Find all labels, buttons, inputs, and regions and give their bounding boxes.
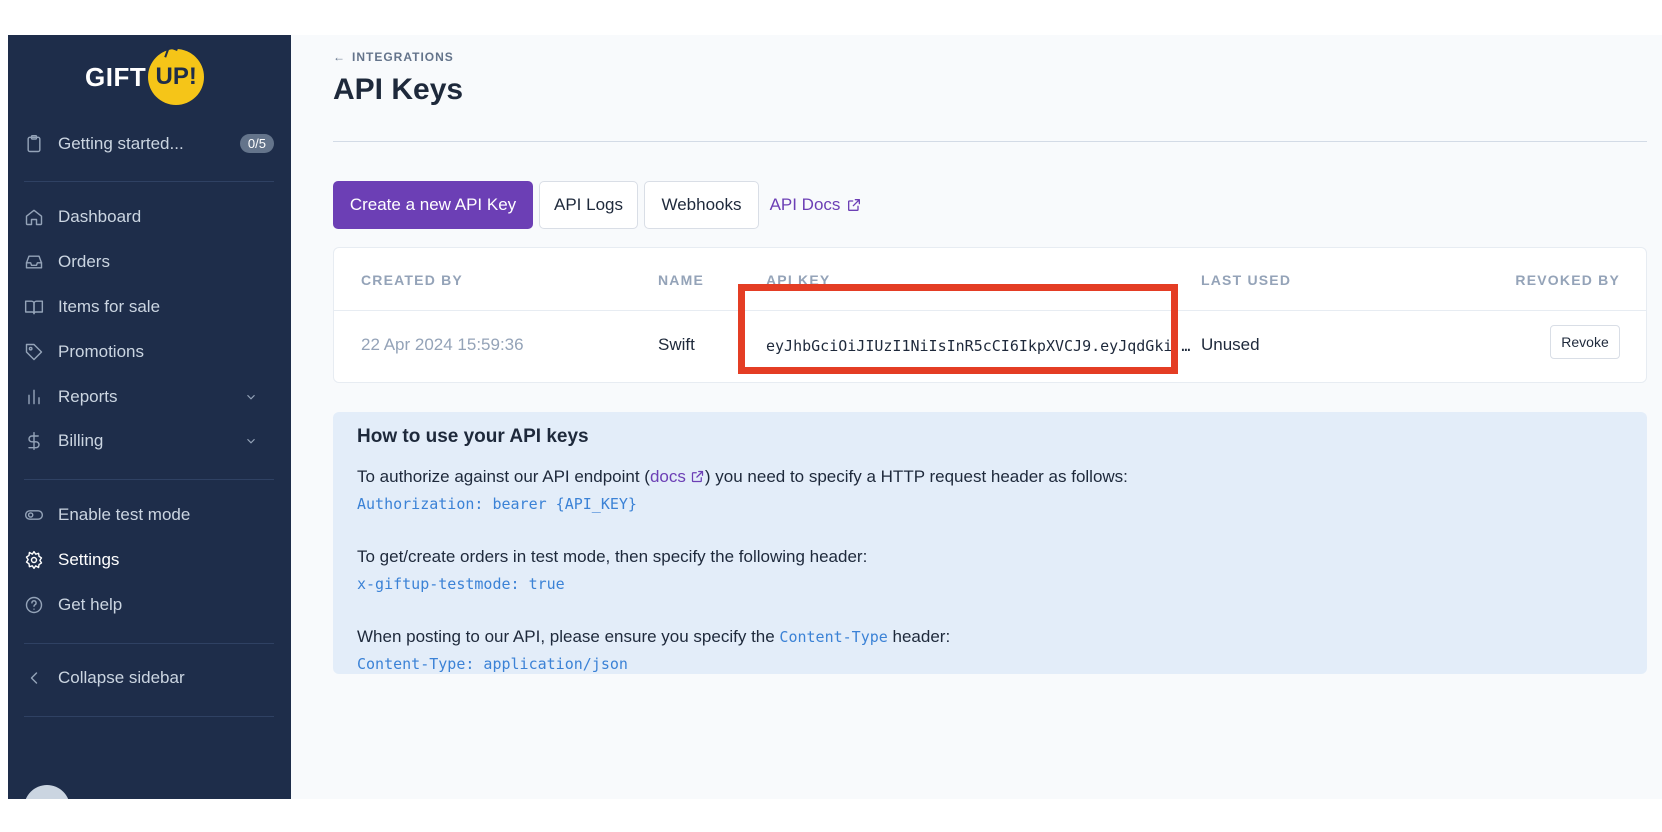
avatar[interactable] [24,785,70,799]
sidebar-divider [24,716,274,717]
name-cell: Swift [658,335,695,354]
column-header: REVOKED BY [1515,272,1620,288]
help-circle-icon [24,595,44,615]
progress-badge: 0/5 [239,134,274,153]
api-docs-label: API Docs [769,195,841,214]
testmode-header-code: x-giftup-testmode: true [357,575,565,593]
page-title: API Keys [333,73,464,106]
last-used-cell: Unused [1201,335,1260,354]
collapse-sidebar-button[interactable]: Collapse sidebar [24,660,274,696]
sidebar-item-label: Dashboard [58,207,142,226]
sidebar-item-test-mode[interactable]: Enable test mode [24,497,274,533]
revoke-button[interactable]: Revoke [1550,325,1620,359]
info-text: header: [887,627,951,646]
sidebar-item-label: Orders [58,252,110,271]
header-divider [333,141,1647,142]
sidebar-item-items-for-sale[interactable]: Items for sale [24,289,274,325]
docs-link[interactable]: docs [650,467,705,486]
dollar-icon [24,431,44,451]
info-text: To authorize against our API endpoint ( [357,467,650,486]
sidebar-item-label: Get help [58,595,123,614]
sidebar-item-label: Promotions [58,342,144,361]
api-key-highlight-box [738,284,1178,374]
sidebar: GIFT UP! Getting started... 0/5 Dashboar… [8,35,291,799]
sidebar-item-label: Reports [58,387,118,406]
bar-chart-icon [24,387,44,407]
info-title: How to use your API keys [357,426,589,447]
create-api-key-button[interactable]: Create a new API Key [333,181,533,229]
docs-link-label: docs [649,467,686,486]
sidebar-item-dashboard[interactable]: Dashboard [24,199,274,235]
sidebar-divider [24,643,274,644]
chevron-down-icon [244,433,258,447]
external-link-icon [848,199,861,211]
gift-up-logo[interactable]: GIFT UP! [85,49,205,105]
sidebar-divider [24,479,274,480]
sidebar-item-label: Getting started... [58,134,184,153]
column-header: CREATED BY [361,272,463,288]
sidebar-item-billing[interactable]: Billing [24,423,274,459]
home-icon [24,207,44,227]
clipboard-icon [24,134,44,154]
info-line-test-mode: To get/create orders in test mode, then … [357,547,868,566]
sidebar-item-label: Enable test mode [58,505,191,524]
book-icon [24,297,44,317]
main-content: ← INTEGRATIONS API Keys Create a new API… [291,35,1662,799]
sidebar-item-label: Items for sale [58,297,161,316]
chevron-left-icon [24,668,44,688]
sidebar-item-reports[interactable]: Reports [24,379,274,415]
sidebar-item-label: Collapse sidebar [58,668,185,687]
usage-info-panel: How to use your API keys To authorize ag… [333,412,1647,674]
webhooks-button[interactable]: Webhooks [644,181,759,229]
gear-icon [24,550,44,570]
info-line-content-type: When posting to our API, please ensure y… [357,627,950,647]
column-header: NAME [658,272,705,288]
sidebar-item-settings[interactable]: Settings [24,542,274,578]
info-text: When posting to our API, please ensure y… [357,627,780,646]
chevron-down-icon [244,389,258,403]
info-text: ) you need to specify a HTTP request hea… [704,467,1128,486]
sidebar-divider [24,181,274,182]
external-link-icon [690,469,705,484]
sidebar-item-label: Billing [58,431,104,450]
sidebar-item-help[interactable]: Get help [24,587,274,623]
api-logs-button[interactable]: API Logs [539,181,638,229]
toggle-icon [24,505,44,525]
api-docs-link[interactable]: API Docs [761,181,871,229]
breadcrumb-label: INTEGRATIONS [352,50,454,64]
sidebar-item-orders[interactable]: Orders [24,244,274,280]
sidebar-item-getting-started[interactable]: Getting started... 0/5 [24,126,274,162]
inbox-icon [24,252,44,272]
content-type-inline-code: Content-Type [779,628,888,646]
sidebar-item-label: Settings [58,550,120,569]
info-line-authorize: To authorize against our API endpoint (d… [357,467,1128,487]
app-window: GIFT UP! Getting started... 0/5 Dashboar… [8,35,1662,799]
logo-badge: UP! [148,49,205,105]
logo-text: GIFT [85,61,147,92]
content-type-header-code: Content-Type: application/json [357,655,628,673]
sidebar-item-promotions[interactable]: Promotions [24,334,274,370]
arrow-left-icon: ← [333,50,346,64]
authorization-header-code: Authorization: bearer {API_KEY} [357,495,637,513]
created-cell: 22 Apr 2024 15:59:36 [361,335,524,354]
breadcrumb[interactable]: ← INTEGRATIONS [333,50,454,64]
tag-icon [24,342,44,362]
column-header: LAST USED [1201,272,1292,288]
